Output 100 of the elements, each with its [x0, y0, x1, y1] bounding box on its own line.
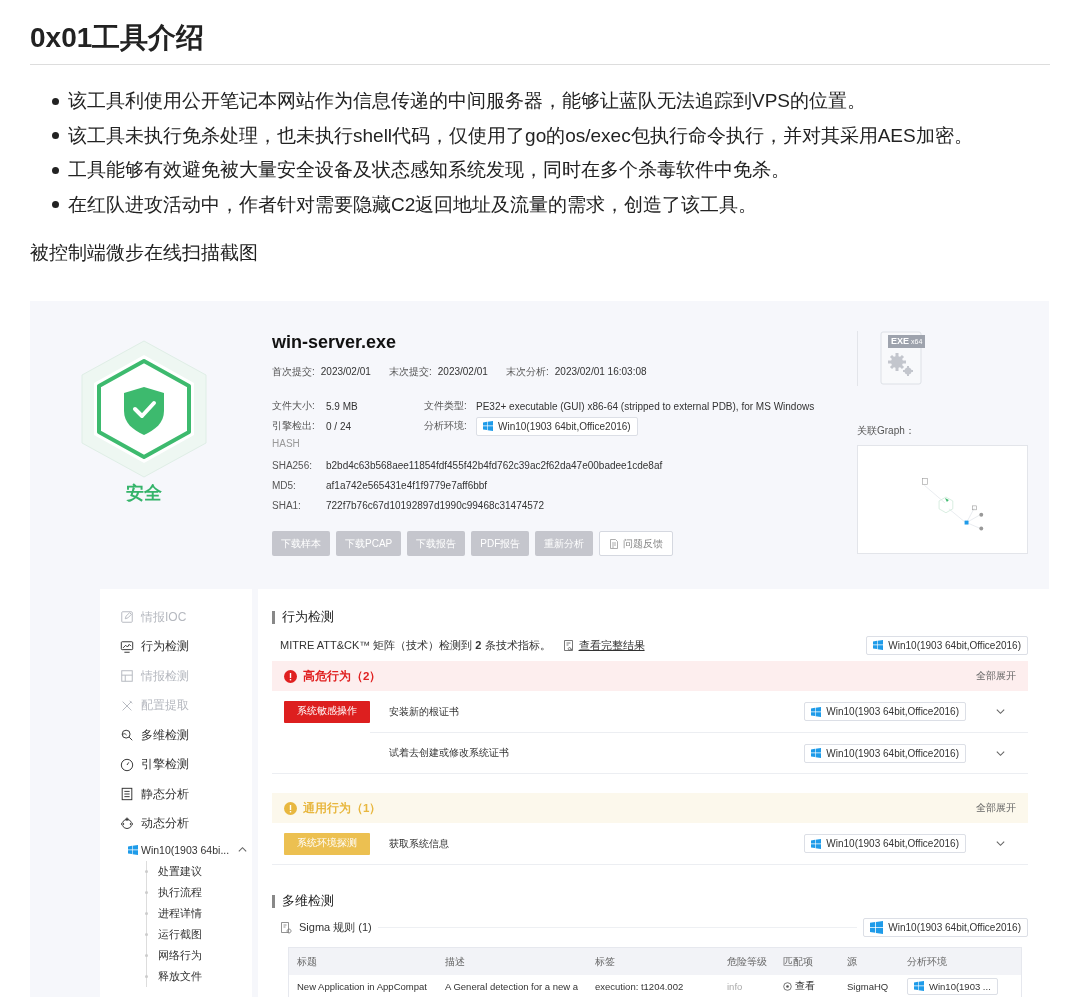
tree-item[interactable]: 执行流程: [158, 884, 202, 900]
bullet-text: 该工具未执行免杀处理，也未执行shell代码，仅使用了go的os/exec包执行命令执行，并对其采用AES加密。: [68, 123, 973, 148]
caption-text: 被控制端微步在线扫描截图: [30, 241, 258, 265]
behavior-text: 试着去创建或修改系统证书: [389, 746, 509, 760]
bullet-dot: [52, 97, 59, 105]
sidebar-item[interactable]: 动态分析: [120, 809, 252, 839]
column-header: 源: [839, 948, 899, 975]
tree-item[interactable]: 运行截图: [158, 926, 202, 942]
rule-icon: [280, 920, 293, 934]
category-tag: 系统敏感操作: [284, 700, 370, 723]
four-panes-icon: [811, 838, 822, 849]
field-label: 首次提交:: [272, 365, 315, 379]
title-bar: [272, 894, 275, 908]
field-label: SHA256:: [272, 459, 313, 471]
tree-dot: [145, 869, 148, 873]
chevron-icon[interactable]: [237, 844, 249, 855]
field-label: 文件大小:: [272, 399, 315, 413]
tree-dot: [145, 911, 148, 915]
note-icon: [609, 538, 620, 549]
env-tag[interactable]: Win10(1903 64bit,Office2016): [804, 834, 966, 853]
tree-item[interactable]: 进程详情: [158, 905, 202, 921]
tree-item[interactable]: 处置建议: [158, 863, 202, 879]
field-value: PE32+ executable (GUI) x86-64 (stripped to external PDB), for MS Windows: [476, 400, 815, 412]
field-label: 末次提交:: [389, 365, 432, 379]
four-panes-icon: [914, 981, 924, 991]
tree-item[interactable]: 网络行为: [158, 947, 202, 963]
table-cell-text: execution: t1204.002: [594, 979, 685, 994]
full-result-link[interactable]: 查看完整结果: [578, 637, 645, 653]
env-tag[interactable]: Win10(1903 ...: [907, 977, 998, 995]
four-panes-icon: [870, 920, 884, 934]
column-header: 描述: [437, 948, 587, 975]
table-cell-text: SigmaHQ: [846, 979, 890, 994]
file-name: win-server.exe: [272, 331, 398, 353]
report-icon: [562, 639, 574, 651]
column-header: 标题: [289, 948, 437, 975]
env-tag[interactable]: Win10(1903 64bit,Office2016): [804, 702, 966, 721]
alert-icon: [284, 801, 297, 815]
column-header: 分析环境: [899, 948, 1021, 975]
hash-value: af1a742e565431e4f1f9779e7aff6bbf: [326, 479, 488, 491]
tree-dot: [145, 890, 148, 894]
field-value: 2023/02/01 16:03:08: [554, 365, 647, 379]
column-header: 危险等级: [719, 948, 775, 975]
section-title: 多维检测: [282, 892, 334, 910]
graph-label: 关联Graph：: [857, 424, 915, 438]
field-value: 2023/02/01: [437, 365, 488, 379]
field-label: SHA1:: [272, 499, 301, 511]
dial-icon: [120, 757, 134, 772]
env-tag[interactable]: Win10(1903 64bit,Office2016): [863, 917, 1028, 937]
table-cell-text: info: [726, 979, 744, 994]
env-tag[interactable]: Win10(1903 64bit,Office2016): [866, 635, 1028, 655]
chevron-icon[interactable]: [995, 706, 1006, 717]
view-link[interactable]: 查看: [783, 979, 815, 993]
section-title: 行为检测: [282, 608, 334, 626]
bullet-dot: [52, 201, 59, 209]
tools-icon: [120, 698, 134, 713]
bullet-dot: [52, 132, 59, 140]
four-panes-icon: [128, 844, 138, 855]
sidebar-item[interactable]: 行为检测: [120, 632, 252, 662]
behavior-text: 获取系统信息: [389, 836, 449, 851]
graph-thumbnail[interactable]: [857, 445, 1028, 554]
four-panes-icon: [811, 706, 822, 717]
feedback-button[interactable]: 问题反馈: [599, 531, 674, 556]
bullet-text: 该工具利使用公开笔记本网站作为信息传递的中间服务器，能够让蓝队无法追踪到VPS的位置。: [68, 89, 867, 113]
expand-all-link[interactable]: 全部展开: [976, 801, 1016, 815]
column-header: 匹配项: [775, 948, 839, 975]
sidebar-item[interactable]: 静态分析: [120, 779, 252, 809]
list-icon: [120, 787, 134, 802]
tree-item[interactable]: 释放文件: [158, 968, 202, 984]
sidebar-item[interactable]: 多维检测: [120, 720, 252, 750]
env-tag[interactable]: Win10(1903 64bit,Office2016): [476, 416, 638, 436]
section-label: HASH: [272, 438, 300, 449]
field-label: 文件类型:: [424, 399, 467, 413]
four-panes-icon: [811, 748, 822, 758]
tree-dot: [145, 953, 148, 957]
field-label: 分析环境:: [424, 419, 467, 433]
section-heading: 0x01工具介绍: [30, 21, 205, 55]
chevron-icon[interactable]: [995, 838, 1006, 849]
sidebar-item[interactable]: 引擎检测: [120, 750, 252, 780]
group-title: 通用行为（1）: [303, 800, 382, 816]
expand-all-link[interactable]: 全部展开: [976, 669, 1016, 683]
four-panes-icon: [483, 421, 493, 431]
shield-check-icon: [78, 339, 210, 479]
field-label: 引擎检出:: [272, 419, 315, 433]
field-label: MD5:: [272, 479, 296, 491]
env-tag[interactable]: Win10(1903 64bit,Office2016): [804, 743, 966, 763]
table-cell-text: A General detection for a new a: [444, 979, 580, 994]
monitor-icon: [120, 639, 134, 654]
title-bar: [272, 610, 275, 624]
summary-text: MITRE ATT&CK™ 矩阵（技术）检测到 2 条技术指标。: [280, 637, 551, 653]
env-item[interactable]: Win10(1903 64bi...: [120, 838, 230, 861]
bullet-text: 工具能够有效避免被大量安全设备及状态感知系统发现，同时在多个杀毒软件中免杀。: [68, 158, 790, 182]
file-type-label: EXE: [891, 335, 909, 348]
bullet-dot: [52, 166, 59, 174]
field-label: 末次分析:: [506, 365, 549, 379]
alert-icon: [284, 669, 297, 683]
field-value: 2023/02/01: [320, 365, 371, 379]
cycle-icon: [120, 816, 134, 831]
graph-drawing: [922, 478, 984, 531]
table-cell-text: New Application in AppCompat: [296, 979, 428, 994]
field-value: 5.9 MB: [326, 400, 358, 412]
